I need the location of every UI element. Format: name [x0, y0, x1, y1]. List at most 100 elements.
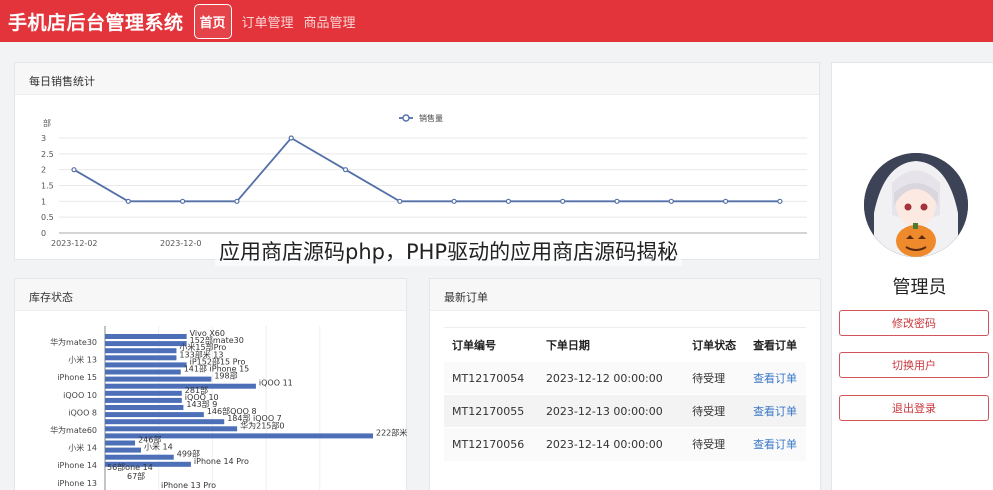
stock-bar — [105, 397, 182, 403]
order-date: 2023-12-12 00:00:00 — [537, 361, 685, 395]
category-label: iPhone 13 — [57, 479, 97, 488]
category-label: 华为mate60 — [50, 425, 97, 435]
stock-status-panel: 库存状态 Vivo X60 152部mate30 小米15部Pro 133部米 13 i… — [14, 278, 408, 490]
data-point — [234, 198, 240, 204]
data-point — [668, 198, 674, 204]
stock-bar — [105, 334, 187, 339]
legend-marker — [402, 114, 410, 122]
user-panel: 管理员 修改密码 切换用户 退出登录 — [831, 62, 993, 490]
column-order-date: 下单日期 — [537, 327, 685, 362]
bar-label: iPhone 13 Pro — [161, 481, 216, 490]
data-point — [451, 198, 457, 204]
avatar-image — [864, 153, 968, 257]
stock-bar — [105, 355, 177, 361]
orders-table: 订单编号 下单日期 订单状态 查看订单 MT12170054 2023-12-1… — [444, 327, 806, 461]
orders-table-header: 订单编号 下单日期 订单状态 查看订单 — [444, 327, 806, 362]
data-point — [560, 198, 566, 204]
category-label: iPhone 15 — [57, 373, 97, 382]
main-nav: 首页 订单管理 商品管理 — [193, 3, 366, 39]
bar-label: iQOO 11 — [259, 379, 293, 388]
bar-label: 67部 — [127, 471, 145, 481]
stock-bar — [105, 369, 181, 375]
nav-orders[interactable]: 订单管理 — [242, 12, 294, 31]
order-id: MT12170054 — [444, 361, 538, 395]
stock-bar — [105, 348, 177, 354]
view-order-link[interactable]: 查看订单 — [753, 438, 797, 451]
stock-bar — [105, 341, 187, 347]
y-tick-label: 0 — [41, 229, 46, 238]
data-point — [505, 198, 511, 204]
order-id: MT12170055 — [444, 394, 538, 428]
bar-label: iPhone 14 Pro — [194, 457, 249, 466]
bar-label: 小米 14 — [144, 442, 173, 452]
user-name: 管理员 — [892, 277, 947, 298]
daily-sales-title: 每日销售统计 — [15, 63, 819, 95]
order-date: 2023-12-14 00:00:00 — [537, 427, 685, 461]
y-tick-label: 3 — [41, 134, 46, 143]
data-point — [71, 167, 77, 173]
stock-bar — [105, 383, 256, 389]
y-tick-label: 0.5 — [41, 213, 54, 222]
y-tick-label: 2 — [41, 166, 46, 175]
stock-bar — [105, 419, 225, 425]
stock-bar — [105, 440, 136, 446]
column-order-id: 订单编号 — [444, 327, 538, 362]
app-title: 手机店后台管理系统 — [8, 11, 184, 34]
watermark-caption: 应用商店源码php，PHP驱动的应用商店源码揭秘 — [215, 236, 683, 266]
stock-bar — [105, 390, 182, 396]
x-tick-label: 2023-12-02 — [51, 239, 98, 248]
order-status: 待受理 — [684, 361, 746, 395]
top-header: 手机店后台管理系统 首页 订单管理 商品管理 — [0, 0, 993, 42]
logout-button[interactable]: 退出登录 — [839, 395, 989, 421]
y-tick-label: 1 — [41, 197, 46, 206]
y-axis-label: 部 — [43, 118, 51, 128]
y-tick-label: 2.5 — [41, 150, 54, 159]
latest-orders-panel: 最新订单 订单编号 下单日期 订单状态 查看订单 MT12170054 2023… — [429, 278, 821, 490]
data-point — [722, 198, 729, 204]
stock-bar — [105, 376, 212, 382]
x-tick-label: 2023-12-0 — [160, 239, 201, 248]
stock-bar — [105, 405, 184, 410]
column-view-order: 查看订单 — [745, 327, 806, 362]
stock-bar — [105, 412, 204, 418]
stock-status-chart: Vivo X60152部mate30小米15部Pro133部米 13iP152部… — [50, 326, 408, 490]
view-order-link[interactable]: 查看订单 — [753, 372, 797, 385]
nav-products[interactable]: 商品管理 — [304, 12, 356, 31]
category-label: 小米 13 — [68, 355, 97, 365]
change-password-button[interactable]: 修改密码 — [839, 310, 989, 336]
order-date: 2023-12-13 00:00:00 — [537, 394, 685, 428]
bar-label: 56部one 14 — [107, 462, 153, 472]
data-point — [342, 167, 349, 173]
bar-label: 华为215部0 — [240, 420, 284, 430]
daily-sales-panel: 每日销售统计 部 0 0.5 1 1.5 2 2.5 3 销售量 2023-12-02 2023-1… — [14, 62, 820, 260]
order-status: 待受理 — [684, 427, 746, 461]
data-point — [397, 198, 403, 204]
order-status: 待受理 — [684, 394, 746, 428]
view-order-link[interactable]: 查看订单 — [753, 405, 797, 418]
order-id: MT12170056 — [444, 427, 538, 461]
category-label: iPhone 14 — [57, 461, 97, 470]
nav-home[interactable]: 首页 — [193, 3, 232, 39]
category-label: iQOO 10 — [63, 391, 97, 400]
table-row: MT12170055 2023-12-13 00:00:00 待受理 查看订单 — [444, 394, 806, 428]
data-point — [777, 198, 783, 204]
legend-label: 销售量 — [419, 113, 443, 123]
bar-label: 222部米 14 Pro — [376, 427, 408, 437]
category-label: 华为mate30 — [50, 337, 97, 347]
column-order-status: 订单状态 — [684, 327, 746, 362]
stock-bar — [105, 362, 187, 368]
data-point — [180, 198, 186, 204]
stock-bar — [105, 447, 141, 453]
category-label: 小米 14 — [68, 443, 97, 453]
stock-bar — [105, 454, 174, 460]
bar-label: 198部 — [214, 371, 237, 381]
switch-user-button[interactable]: 切换用户 — [839, 352, 989, 378]
category-label: iQOO 8 — [68, 408, 97, 417]
avatar — [864, 153, 968, 257]
y-tick-label: 1.5 — [41, 182, 54, 191]
data-point — [125, 198, 131, 204]
data-point — [614, 198, 620, 204]
table-row: MT12170056 2023-12-14 00:00:00 待受理 查看订单 — [444, 427, 806, 461]
table-row: MT12170054 2023-12-12 00:00:00 待受理 查看订单 — [444, 361, 806, 395]
latest-orders-title: 最新订单 — [430, 279, 820, 311]
